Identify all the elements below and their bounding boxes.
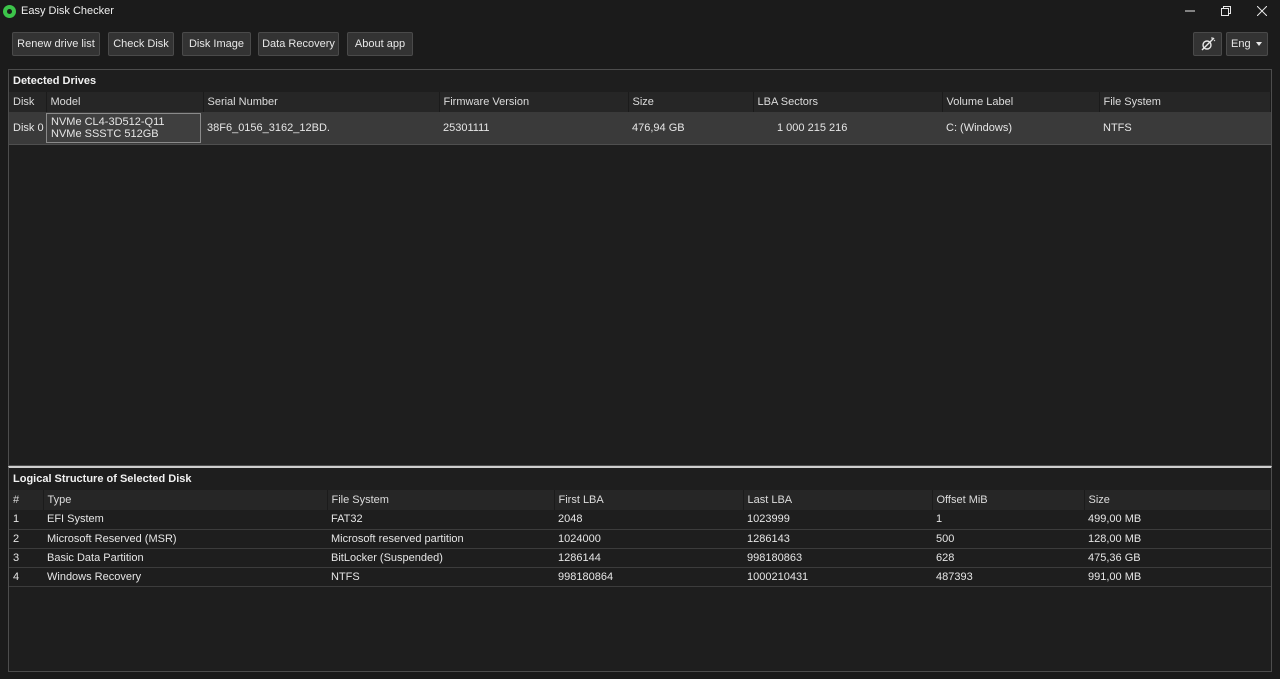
- partition-first-lba: 2048: [554, 510, 743, 530]
- column-header-file-system[interactable]: File System: [327, 490, 555, 510]
- language-select[interactable]: Eng: [1226, 32, 1268, 56]
- drive-lba-sectors: 1 000 215 216: [753, 112, 942, 145]
- column-header-disk[interactable]: Disk: [9, 92, 47, 112]
- logical-structure-panel: Logical Structure of Selected Disk # Typ…: [8, 466, 1272, 672]
- partition-file-system: FAT32: [327, 510, 554, 530]
- restore-button[interactable]: [1208, 0, 1244, 22]
- column-header-offset-mib[interactable]: Offset MiB: [932, 490, 1085, 510]
- drives-table: Disk Model Serial Number Firmware Versio…: [9, 92, 1271, 145]
- partitions-table: # Type File System First LBA Last LBA Of…: [9, 490, 1271, 587]
- partition-file-system: BitLocker (Suspended): [327, 548, 554, 568]
- about-app-button[interactable]: About app: [347, 32, 413, 56]
- window-title: Easy Disk Checker: [21, 5, 114, 17]
- column-header-firmware[interactable]: Firmware Version: [439, 92, 629, 112]
- column-header-index[interactable]: #: [9, 490, 44, 510]
- theme-toggle-icon: [1201, 37, 1215, 51]
- column-header-first-lba[interactable]: First LBA: [554, 490, 744, 510]
- partition-size: 499,00 MB: [1084, 510, 1271, 530]
- partition-type: Basic Data Partition: [43, 548, 327, 568]
- partition-size: 475,36 GB: [1084, 548, 1271, 568]
- renew-drive-list-button[interactable]: Renew drive list: [12, 32, 100, 56]
- partition-type: EFI System: [43, 510, 327, 530]
- partitions-header-row: # Type File System First LBA Last LBA Of…: [9, 490, 1271, 510]
- disk-image-button[interactable]: Disk Image: [182, 32, 251, 56]
- partition-first-lba: 998180864: [554, 567, 743, 587]
- partition-last-lba: 1286143: [743, 529, 932, 549]
- partition-index: 2: [9, 529, 43, 549]
- data-recovery-button[interactable]: Data Recovery: [258, 32, 339, 56]
- partition-type: Microsoft Reserved (MSR): [43, 529, 327, 549]
- drive-serial: 38F6_0156_3162_12BD.: [203, 112, 439, 145]
- partition-offset: 628: [932, 548, 1084, 568]
- logical-structure-title: Logical Structure of Selected Disk: [13, 473, 192, 485]
- partition-offset: 1: [932, 510, 1084, 530]
- partition-last-lba: 1000210431: [743, 567, 932, 587]
- drive-size: 476,94 GB: [628, 112, 753, 145]
- column-header-size[interactable]: Size: [628, 92, 754, 112]
- partition-size: 991,00 MB: [1084, 567, 1271, 587]
- column-header-serial[interactable]: Serial Number: [203, 92, 440, 112]
- theme-toggle-button[interactable]: [1193, 32, 1222, 56]
- partition-row[interactable]: 4 Windows Recovery NTFS 998180864 100021…: [9, 567, 1271, 587]
- chevron-down-icon: [1256, 42, 1262, 46]
- column-header-size[interactable]: Size: [1084, 490, 1271, 510]
- drive-disk: Disk 0: [9, 112, 46, 145]
- detected-drives-panel: Detected Drives Disk Model Serial Number…: [8, 69, 1272, 466]
- drive-volume-label: C: (Windows): [942, 112, 1099, 145]
- column-header-lba-sectors[interactable]: LBA Sectors: [753, 92, 943, 112]
- toolbar: Renew drive list Check Disk Disk Image D…: [0, 22, 1280, 66]
- column-header-last-lba[interactable]: Last LBA: [743, 490, 933, 510]
- app-logo-icon: [3, 4, 16, 18]
- partition-index: 4: [9, 567, 43, 587]
- partition-last-lba: 1023999: [743, 510, 932, 530]
- drives-header-row: Disk Model Serial Number Firmware Versio…: [9, 92, 1271, 112]
- drive-firmware: 25301111: [439, 112, 628, 145]
- partition-offset: 487393: [932, 567, 1084, 587]
- partition-last-lba: 998180863: [743, 548, 932, 568]
- column-header-file-system[interactable]: File System: [1099, 92, 1271, 112]
- close-button[interactable]: [1244, 0, 1280, 22]
- minimize-button[interactable]: [1172, 0, 1208, 22]
- window-controls: [1172, 0, 1280, 22]
- partition-first-lba: 1024000: [554, 529, 743, 549]
- restore-icon: [1221, 6, 1231, 16]
- partition-file-system: NTFS: [327, 567, 554, 587]
- column-header-volume-label[interactable]: Volume Label: [942, 92, 1100, 112]
- partition-row[interactable]: 2 Microsoft Reserved (MSR) Microsoft res…: [9, 529, 1271, 549]
- drive-file-system: NTFS: [1099, 112, 1271, 145]
- partition-file-system: Microsoft reserved partition: [327, 529, 554, 549]
- detected-drives-title: Detected Drives: [13, 75, 97, 87]
- partition-offset: 500: [932, 529, 1084, 549]
- column-header-type[interactable]: Type: [43, 490, 328, 510]
- partition-size: 128,00 MB: [1084, 529, 1271, 549]
- partition-index: 1: [9, 510, 43, 530]
- title-bar: Easy Disk Checker: [0, 0, 1280, 22]
- close-icon: [1257, 6, 1267, 16]
- drive-model: NVMe CL4-3D512-Q11 NVMe SSSTC 512GB: [46, 113, 201, 143]
- minimize-icon: [1185, 10, 1195, 12]
- drive-model-cell[interactable]: NVMe CL4-3D512-Q11 NVMe SSSTC 512GB: [46, 112, 203, 145]
- partition-first-lba: 1286144: [554, 548, 743, 568]
- partition-row[interactable]: 3 Basic Data Partition BitLocker (Suspen…: [9, 548, 1271, 568]
- partition-type: Windows Recovery: [43, 567, 327, 587]
- column-header-model[interactable]: Model: [46, 92, 204, 112]
- partition-index: 3: [9, 548, 43, 568]
- drive-row[interactable]: Disk 0 NVMe CL4-3D512-Q11 NVMe SSSTC 512…: [9, 112, 1271, 145]
- check-disk-button[interactable]: Check Disk: [108, 32, 174, 56]
- partition-row[interactable]: 1 EFI System FAT32 2048 1023999 1 499,00…: [9, 510, 1271, 530]
- language-value: Eng: [1231, 38, 1251, 50]
